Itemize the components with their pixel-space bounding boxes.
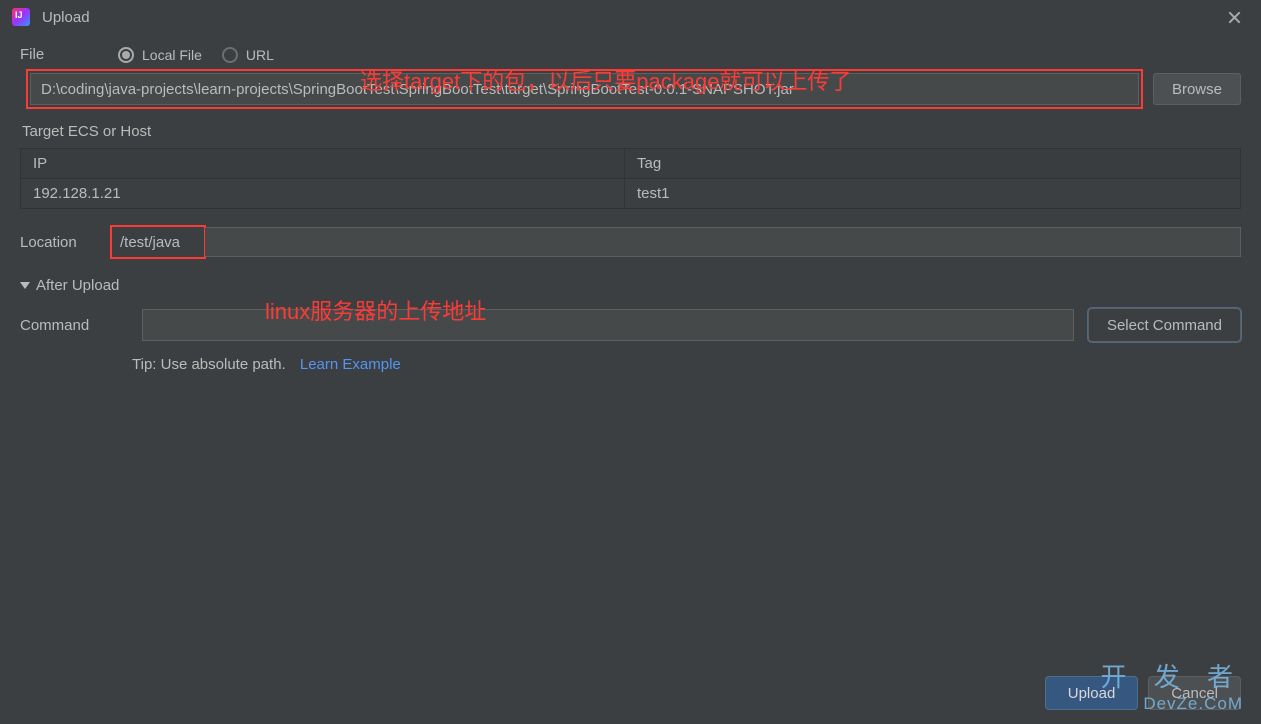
file-label: File — [20, 46, 110, 63]
cancel-button[interactable]: Cancel — [1148, 676, 1241, 710]
after-upload-label: After Upload — [36, 277, 119, 294]
browse-button[interactable]: Browse — [1153, 73, 1241, 105]
command-label: Command — [20, 317, 128, 334]
target-table: IP Tag 192.128.1.21 test1 — [20, 148, 1241, 209]
dialog-title: Upload — [42, 9, 90, 26]
radio-icon — [118, 47, 134, 63]
tip-text: Tip: Use absolute path. — [132, 356, 286, 373]
after-upload-toggle[interactable]: After Upload — [20, 277, 1241, 294]
select-command-button[interactable]: Select Command — [1088, 308, 1241, 342]
annotation-linux-path: linux服务器的上传地址 — [265, 294, 486, 326]
radio-url[interactable]: URL — [222, 47, 274, 63]
annotation-target-package: 选择target下的包，以后只要package就可以上传了 — [360, 64, 851, 96]
intellij-icon — [12, 8, 30, 26]
th-ip[interactable]: IP — [21, 149, 625, 178]
close-button[interactable] — [1219, 2, 1249, 32]
radio-local-file[interactable]: Local File — [118, 47, 202, 63]
location-input-rest[interactable] — [205, 227, 1241, 257]
table-row[interactable]: 192.128.1.21 test1 — [21, 179, 1240, 208]
radio-url-label: URL — [246, 47, 274, 63]
learn-example-link[interactable]: Learn Example — [300, 356, 401, 373]
chevron-down-icon — [20, 282, 30, 289]
td-ip: 192.128.1.21 — [21, 179, 625, 208]
close-icon — [1228, 11, 1241, 24]
location-input[interactable]: /test/java — [110, 225, 206, 259]
td-tag: test1 — [625, 179, 1240, 208]
target-label: Target ECS or Host — [20, 123, 1241, 140]
radio-local-label: Local File — [142, 47, 202, 63]
location-label: Location — [20, 234, 110, 251]
radio-icon — [222, 47, 238, 63]
th-tag[interactable]: Tag — [625, 149, 1240, 178]
upload-button[interactable]: Upload — [1045, 676, 1139, 710]
